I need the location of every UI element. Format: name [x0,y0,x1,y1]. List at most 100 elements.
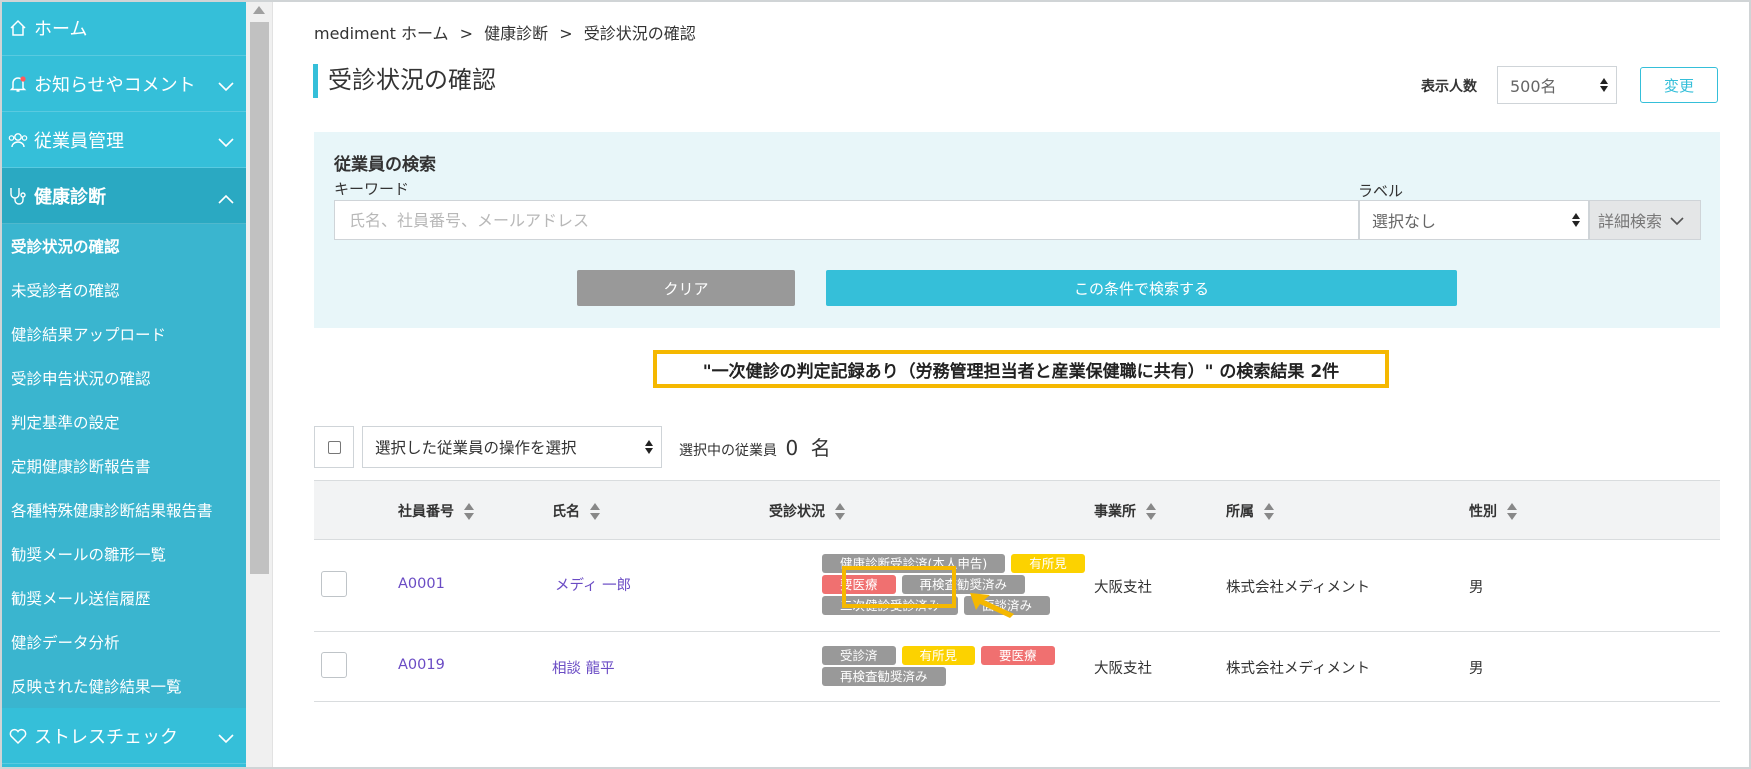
sidebar-scrollbar[interactable] [246,0,273,769]
employee-id-link[interactable]: A0019 [398,657,445,673]
sort-icon[interactable] [1146,502,1156,520]
label-select-value: 選択なし [1372,212,1437,231]
keyword-input[interactable] [334,200,1359,240]
home-icon [6,16,30,40]
sidebar-item-label: ストレスチェック [34,726,178,748]
sidebar-item-home[interactable]: ホーム [0,0,246,56]
sidebar-item-notifications[interactable]: お知らせやコメント [0,56,246,112]
sidebar: ホーム お知らせやコメント 従業員管理 健康診断 受診状況の確認 未受診者の確認… [0,0,246,769]
header-status[interactable]: 受診状況 [769,481,845,541]
sidebar-subitem-declaration[interactable]: 受診申告状況の確認 [0,356,246,400]
sidebar-item-label: 健康診断 [34,186,106,208]
breadcrumb-current: 受診状況の確認 [583,24,696,43]
search-panel: 従業員の検索 キーワード ラベル 選択なし 詳細検索 クリア この条件で検索する [314,132,1720,328]
search-button[interactable]: この条件で検索する [826,270,1457,306]
chevron-down-icon [218,132,234,153]
keyword-label: キーワード [334,180,410,198]
office-cell: 大阪支社 [1094,580,1152,596]
gender-cell: 男 [1469,580,1484,596]
sidebar-subitem-upload[interactable]: 健診結果アップロード [0,312,246,356]
sidebar-subitem-status[interactable]: 受診状況の確認 [0,224,246,268]
breadcrumb-separator: > [459,24,473,43]
sidebar-subitem-unexamined[interactable]: 未受診者の確認 [0,268,246,312]
bulk-operation-select[interactable]: 選択した従業員の操作を選択 [362,426,662,468]
chevron-down-icon [218,76,234,97]
select-all-checkbox[interactable] [327,440,341,454]
header-label: 性別 [1469,504,1497,520]
sidebar-item-label: ホーム [34,18,88,40]
sidebar-subitem-special-report[interactable]: 各種特殊健康診断結果報告書 [0,488,246,532]
status-badge: 要医療 [981,646,1055,665]
status-badge: 有所見 [901,646,976,665]
sidebar-item-stress-check[interactable]: ストレスチェック [0,708,246,764]
select-arrows-icon [1572,213,1580,227]
department-cell: 株式会社メディメント [1226,580,1370,596]
gender-cell: 男 [1469,661,1484,677]
status-tags: 受診済 有所見 要医療 再検査勧奨済み [822,646,1122,686]
display-count-value: 500名 [1510,77,1557,96]
scroll-up-arrow-icon[interactable] [253,6,265,14]
search-result-summary: "一次健診の判定記録あり（労務管理担当者と産業保健職に共有）" の検索結果 2件 [653,350,1389,388]
selected-count: 選択中の従業員 0 名 [679,432,835,461]
breadcrumb: mediment ホーム > 健康診断 > 受診状況の確認 [314,20,702,44]
bulk-operation-value: 選択した従業員の操作を選択 [375,439,577,457]
sidebar-subitem-mail-templates[interactable]: 勧奨メールの雛形一覧 [0,532,246,576]
select-arrows-icon [645,440,653,454]
row-checkbox[interactable] [321,571,347,597]
employee-name-link[interactable]: メディ 一郎 [555,574,631,595]
header-employee-id[interactable]: 社員番号 [398,481,474,541]
stethoscope-icon [6,184,30,208]
chevron-up-icon [218,188,234,209]
sort-icon[interactable] [1264,502,1274,520]
sort-icon[interactable] [590,502,600,520]
chevron-down-icon [218,728,234,749]
sidebar-subitem-reflected-results[interactable]: 反映された健診結果一覧 [0,664,246,708]
detail-search-button[interactable]: 詳細検索 [1589,200,1701,240]
display-count-label: 表示人数 [1421,79,1477,95]
label-select[interactable]: 選択なし [1359,200,1589,240]
header-label: 社員番号 [398,504,454,520]
employee-name-link[interactable]: 相談 龍平 [552,657,615,678]
selected-count-label: 選択中の従業員 [679,443,777,459]
select-arrows-icon [1600,78,1608,92]
header-label: 事業所 [1094,504,1136,520]
table-header: 社員番号 氏名 受診状況 事業所 所属 性別 [314,480,1720,540]
detail-search-label: 詳細検索 [1598,212,1663,231]
chevron-down-icon [1670,211,1684,230]
select-all-checkbox-wrapper[interactable] [314,426,354,468]
header-office[interactable]: 事業所 [1094,481,1156,541]
sidebar-item-label: お知らせやコメント [34,74,196,96]
header-name[interactable]: 氏名 [552,481,600,541]
sort-icon[interactable] [464,502,474,520]
breadcrumb-separator: > [559,24,573,43]
display-count-select[interactable]: 500名 [1497,66,1617,104]
sidebar-submenu: 受診状況の確認 未受診者の確認 健診結果アップロード 受診申告状況の確認 判定基… [0,224,246,708]
header-label: 氏名 [552,504,580,520]
scroll-thumb[interactable] [250,22,269,574]
employee-id-link[interactable]: A0001 [398,576,445,592]
header-gender[interactable]: 性別 [1469,481,1517,541]
sort-icon[interactable] [1507,502,1517,520]
table-row: A0019 相談 龍平 受診済 有所見 要医療 再検査勧奨済み 大阪支社 株式会… [314,632,1720,702]
sidebar-item-employees[interactable]: 従業員管理 [0,112,246,168]
users-icon [6,128,30,152]
breadcrumb-home[interactable]: mediment ホーム [314,24,448,43]
clear-button[interactable]: クリア [577,270,795,306]
sort-icon[interactable] [835,502,845,520]
header-label: 所属 [1226,504,1254,520]
main-content: mediment ホーム > 健康診断 > 受診状況の確認 受診状況の確認 表示… [274,0,1751,769]
status-badge: 有所見 [1011,554,1085,573]
breadcrumb-section[interactable]: 健康診断 [484,24,548,43]
sidebar-subitem-analysis[interactable]: 健診データ分析 [0,620,246,664]
label-filter-label: ラベル [1358,182,1404,200]
page-title: 受診状況の確認 [313,64,496,98]
sidebar-subitem-mail-history[interactable]: 勧奨メール送信履歴 [0,576,246,620]
sidebar-item-health-check[interactable]: 健康診断 [0,168,246,224]
bell-icon [6,72,30,96]
change-button[interactable]: 変更 [1640,67,1718,103]
sidebar-subitem-criteria[interactable]: 判定基準の設定 [0,400,246,444]
row-checkbox[interactable] [321,652,347,678]
header-department[interactable]: 所属 [1226,481,1274,541]
sidebar-subitem-periodic-report[interactable]: 定期健康診断報告書 [0,444,246,488]
department-cell: 株式会社メディメント [1226,661,1370,677]
